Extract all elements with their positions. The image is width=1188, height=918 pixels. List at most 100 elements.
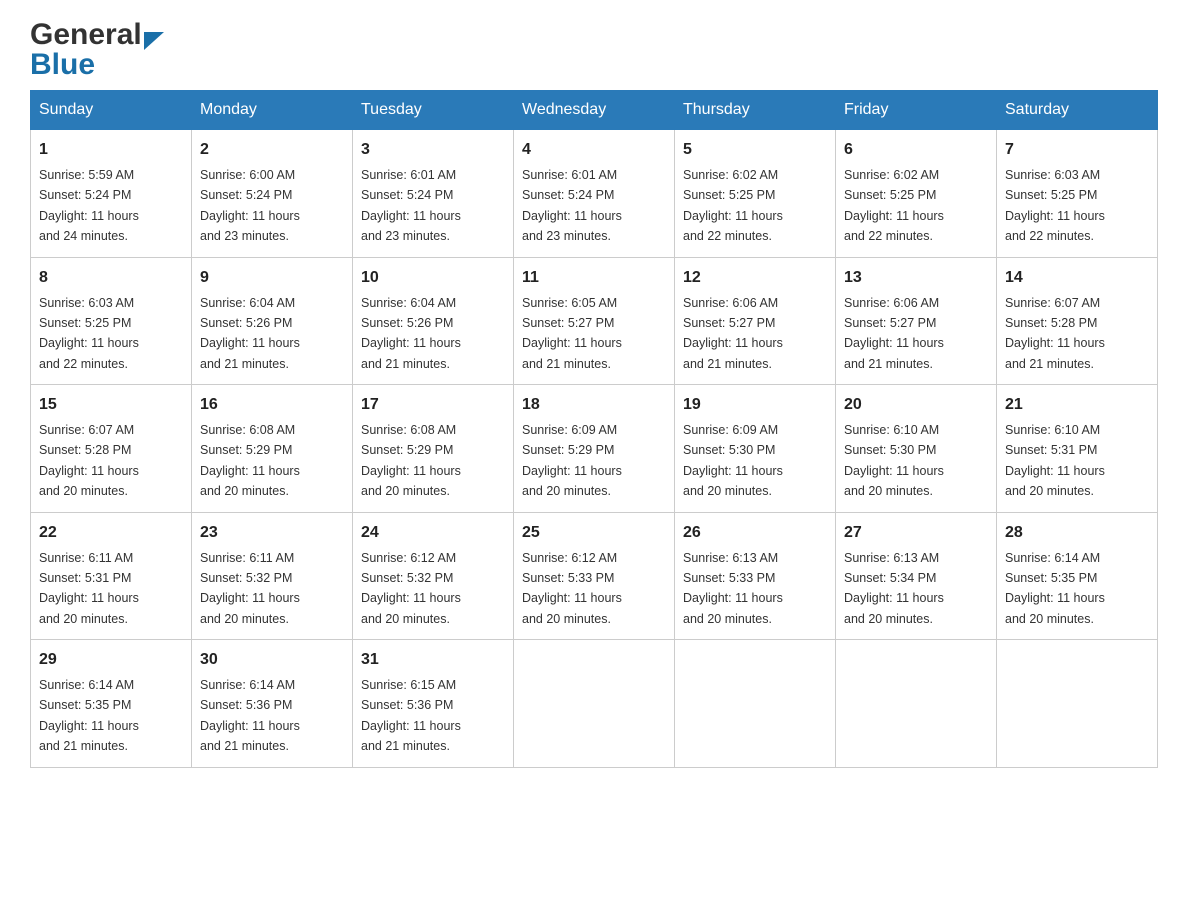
calendar-cell: 31 Sunrise: 6:15 AMSunset: 5:36 PMDaylig…: [353, 640, 514, 768]
day-number: 30: [200, 648, 344, 672]
calendar-week-row: 22 Sunrise: 6:11 AMSunset: 5:31 PMDaylig…: [31, 512, 1158, 640]
day-number: 6: [844, 138, 988, 162]
day-info: Sunrise: 6:14 AMSunset: 5:36 PMDaylight:…: [200, 678, 300, 753]
day-number: 19: [683, 393, 827, 417]
calendar-cell: 6 Sunrise: 6:02 AMSunset: 5:25 PMDayligh…: [836, 130, 997, 258]
day-info: Sunrise: 6:14 AMSunset: 5:35 PMDaylight:…: [39, 678, 139, 753]
calendar-cell: 18 Sunrise: 6:09 AMSunset: 5:29 PMDaylig…: [514, 385, 675, 513]
day-number: 2: [200, 138, 344, 162]
calendar-cell: 5 Sunrise: 6:02 AMSunset: 5:25 PMDayligh…: [675, 130, 836, 258]
day-info: Sunrise: 6:04 AMSunset: 5:26 PMDaylight:…: [361, 296, 461, 371]
col-header-tuesday: Tuesday: [353, 91, 514, 130]
logo-arrow-icon: [144, 32, 164, 50]
day-number: 5: [683, 138, 827, 162]
day-info: Sunrise: 6:11 AMSunset: 5:31 PMDaylight:…: [39, 551, 139, 626]
day-number: 14: [1005, 266, 1149, 290]
col-header-friday: Friday: [836, 91, 997, 130]
day-number: 1: [39, 138, 183, 162]
day-number: 22: [39, 521, 183, 545]
day-number: 16: [200, 393, 344, 417]
calendar-cell: [675, 640, 836, 768]
day-info: Sunrise: 6:07 AMSunset: 5:28 PMDaylight:…: [1005, 296, 1105, 371]
day-number: 4: [522, 138, 666, 162]
day-info: Sunrise: 6:05 AMSunset: 5:27 PMDaylight:…: [522, 296, 622, 371]
day-info: Sunrise: 6:12 AMSunset: 5:33 PMDaylight:…: [522, 551, 622, 626]
calendar-cell: 11 Sunrise: 6:05 AMSunset: 5:27 PMDaylig…: [514, 257, 675, 385]
day-info: Sunrise: 6:10 AMSunset: 5:30 PMDaylight:…: [844, 423, 944, 498]
day-info: Sunrise: 6:12 AMSunset: 5:32 PMDaylight:…: [361, 551, 461, 626]
calendar-cell: 17 Sunrise: 6:08 AMSunset: 5:29 PMDaylig…: [353, 385, 514, 513]
calendar-cell: 30 Sunrise: 6:14 AMSunset: 5:36 PMDaylig…: [192, 640, 353, 768]
day-info: Sunrise: 6:06 AMSunset: 5:27 PMDaylight:…: [844, 296, 944, 371]
logo-area: General Blue: [30, 20, 164, 80]
col-header-sunday: Sunday: [31, 91, 192, 130]
col-header-saturday: Saturday: [997, 91, 1158, 130]
calendar-week-row: 29 Sunrise: 6:14 AMSunset: 5:35 PMDaylig…: [31, 640, 1158, 768]
calendar-week-row: 1 Sunrise: 5:59 AMSunset: 5:24 PMDayligh…: [31, 130, 1158, 258]
day-number: 27: [844, 521, 988, 545]
day-number: 18: [522, 393, 666, 417]
day-info: Sunrise: 6:14 AMSunset: 5:35 PMDaylight:…: [1005, 551, 1105, 626]
calendar-cell: 7 Sunrise: 6:03 AMSunset: 5:25 PMDayligh…: [997, 130, 1158, 258]
day-number: 20: [844, 393, 988, 417]
day-info: Sunrise: 6:02 AMSunset: 5:25 PMDaylight:…: [844, 168, 944, 243]
calendar-week-row: 8 Sunrise: 6:03 AMSunset: 5:25 PMDayligh…: [31, 257, 1158, 385]
logo-general-text: General: [30, 20, 142, 50]
day-info: Sunrise: 6:15 AMSunset: 5:36 PMDaylight:…: [361, 678, 461, 753]
calendar-cell: 26 Sunrise: 6:13 AMSunset: 5:33 PMDaylig…: [675, 512, 836, 640]
logo-blue-text: Blue: [30, 50, 95, 80]
calendar-cell: 13 Sunrise: 6:06 AMSunset: 5:27 PMDaylig…: [836, 257, 997, 385]
calendar-cell: 16 Sunrise: 6:08 AMSunset: 5:29 PMDaylig…: [192, 385, 353, 513]
calendar-table: SundayMondayTuesdayWednesdayThursdayFrid…: [30, 90, 1158, 768]
day-info: Sunrise: 6:10 AMSunset: 5:31 PMDaylight:…: [1005, 423, 1105, 498]
day-number: 17: [361, 393, 505, 417]
day-info: Sunrise: 6:08 AMSunset: 5:29 PMDaylight:…: [361, 423, 461, 498]
day-number: 15: [39, 393, 183, 417]
calendar-week-row: 15 Sunrise: 6:07 AMSunset: 5:28 PMDaylig…: [31, 385, 1158, 513]
day-info: Sunrise: 6:04 AMSunset: 5:26 PMDaylight:…: [200, 296, 300, 371]
day-info: Sunrise: 6:03 AMSunset: 5:25 PMDaylight:…: [1005, 168, 1105, 243]
col-header-thursday: Thursday: [675, 91, 836, 130]
calendar-cell: 9 Sunrise: 6:04 AMSunset: 5:26 PMDayligh…: [192, 257, 353, 385]
calendar-header-row: SundayMondayTuesdayWednesdayThursdayFrid…: [31, 91, 1158, 130]
col-header-monday: Monday: [192, 91, 353, 130]
calendar-cell: 14 Sunrise: 6:07 AMSunset: 5:28 PMDaylig…: [997, 257, 1158, 385]
day-info: Sunrise: 6:08 AMSunset: 5:29 PMDaylight:…: [200, 423, 300, 498]
day-info: Sunrise: 6:07 AMSunset: 5:28 PMDaylight:…: [39, 423, 139, 498]
calendar-cell: 19 Sunrise: 6:09 AMSunset: 5:30 PMDaylig…: [675, 385, 836, 513]
calendar-cell: [514, 640, 675, 768]
calendar-cell: 27 Sunrise: 6:13 AMSunset: 5:34 PMDaylig…: [836, 512, 997, 640]
day-info: Sunrise: 6:00 AMSunset: 5:24 PMDaylight:…: [200, 168, 300, 243]
day-number: 10: [361, 266, 505, 290]
day-number: 28: [1005, 521, 1149, 545]
calendar-cell: 10 Sunrise: 6:04 AMSunset: 5:26 PMDaylig…: [353, 257, 514, 385]
day-info: Sunrise: 6:13 AMSunset: 5:34 PMDaylight:…: [844, 551, 944, 626]
day-info: Sunrise: 6:11 AMSunset: 5:32 PMDaylight:…: [200, 551, 300, 626]
day-info: Sunrise: 6:09 AMSunset: 5:30 PMDaylight:…: [683, 423, 783, 498]
day-number: 9: [200, 266, 344, 290]
calendar-cell: 29 Sunrise: 6:14 AMSunset: 5:35 PMDaylig…: [31, 640, 192, 768]
day-info: Sunrise: 6:01 AMSunset: 5:24 PMDaylight:…: [361, 168, 461, 243]
day-info: Sunrise: 5:59 AMSunset: 5:24 PMDaylight:…: [39, 168, 139, 243]
calendar-cell: 1 Sunrise: 5:59 AMSunset: 5:24 PMDayligh…: [31, 130, 192, 258]
col-header-wednesday: Wednesday: [514, 91, 675, 130]
day-number: 7: [1005, 138, 1149, 162]
calendar-cell: 12 Sunrise: 6:06 AMSunset: 5:27 PMDaylig…: [675, 257, 836, 385]
calendar-cell: 22 Sunrise: 6:11 AMSunset: 5:31 PMDaylig…: [31, 512, 192, 640]
calendar-cell: 20 Sunrise: 6:10 AMSunset: 5:30 PMDaylig…: [836, 385, 997, 513]
day-number: 24: [361, 521, 505, 545]
calendar-cell: 2 Sunrise: 6:00 AMSunset: 5:24 PMDayligh…: [192, 130, 353, 258]
day-number: 21: [1005, 393, 1149, 417]
calendar-cell: 25 Sunrise: 6:12 AMSunset: 5:33 PMDaylig…: [514, 512, 675, 640]
day-info: Sunrise: 6:13 AMSunset: 5:33 PMDaylight:…: [683, 551, 783, 626]
day-number: 8: [39, 266, 183, 290]
calendar-cell: [836, 640, 997, 768]
calendar-cell: 4 Sunrise: 6:01 AMSunset: 5:24 PMDayligh…: [514, 130, 675, 258]
day-number: 25: [522, 521, 666, 545]
day-number: 29: [39, 648, 183, 672]
calendar-cell: 24 Sunrise: 6:12 AMSunset: 5:32 PMDaylig…: [353, 512, 514, 640]
calendar-cell: 8 Sunrise: 6:03 AMSunset: 5:25 PMDayligh…: [31, 257, 192, 385]
day-info: Sunrise: 6:09 AMSunset: 5:29 PMDaylight:…: [522, 423, 622, 498]
day-info: Sunrise: 6:03 AMSunset: 5:25 PMDaylight:…: [39, 296, 139, 371]
day-number: 3: [361, 138, 505, 162]
